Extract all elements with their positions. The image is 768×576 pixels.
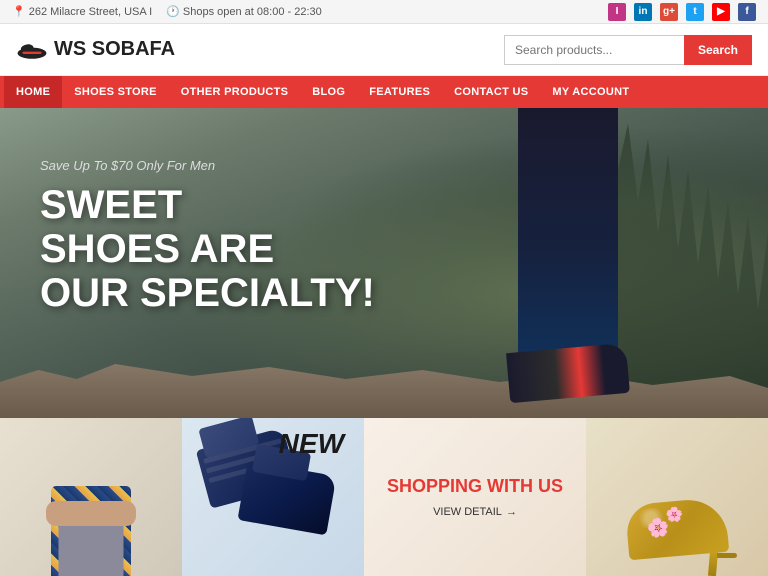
linkedin-icon[interactable]: in	[634, 3, 652, 21]
youtube-icon[interactable]: ▶	[712, 3, 730, 21]
nav-account[interactable]: MY ACCOUNT	[540, 76, 641, 108]
nav-features[interactable]: FEATURES	[357, 76, 442, 108]
facebook-icon[interactable]: f	[738, 3, 756, 21]
google-icon[interactable]: g+	[660, 3, 678, 21]
address-info: 📍 262 Milacre Street, USA I	[12, 5, 152, 18]
figure-arms	[46, 501, 136, 526]
new-badge: NEW	[279, 428, 344, 460]
hero-title-line1: SWEET	[40, 183, 182, 227]
address-text: 262 Milacre Street, USA I	[29, 6, 153, 18]
figure-person	[0, 418, 182, 576]
heel-shoe: 🌸 🌸	[617, 446, 737, 576]
hero-section: Save Up To $70 Only For Men SWEET SHOES …	[0, 108, 768, 418]
clock-icon: 🕐	[166, 5, 180, 18]
logo[interactable]: WS SOBAFA	[16, 38, 175, 61]
hero-title-line2: SHOES ARE	[40, 227, 274, 271]
top-bar-left: 📍 262 Milacre Street, USA I 🕐 Shops open…	[12, 5, 322, 18]
view-detail-link[interactable]: VIEW DETAIL	[433, 506, 517, 518]
hours-text: Shops open at 08:00 - 22:30	[183, 6, 322, 18]
panel-shoes: NEW	[182, 418, 364, 576]
header: WS SOBAFA Search	[0, 24, 768, 76]
twitter-icon[interactable]: t	[686, 3, 704, 21]
shoes-display: NEW	[182, 418, 364, 576]
hours-info: 🕐 Shops open at 08:00 - 22:30	[166, 5, 322, 18]
logo-icon	[16, 40, 48, 60]
logo-text: WS SOBAFA	[54, 38, 175, 61]
nav-blog[interactable]: BLOG	[300, 76, 357, 108]
hero-shoe	[506, 343, 630, 403]
search-bar: Search	[504, 35, 752, 65]
panel-person	[0, 418, 182, 576]
instagram-icon[interactable]: I	[608, 3, 626, 21]
shoe-boot-2	[237, 461, 336, 536]
view-detail-text: VIEW DETAIL	[433, 506, 502, 518]
main-nav: HOME SHOES STORE OTHER PRODUCTS BLOG FEA…	[0, 76, 768, 108]
top-bar: 📍 262 Milacre Street, USA I 🕐 Shops open…	[0, 0, 768, 24]
figure-pants	[59, 526, 124, 576]
hero-subtitle: Save Up To $70 Only For Men	[40, 158, 375, 173]
hero-title: SWEET SHOES ARE OUR SPECIALTY!	[40, 183, 375, 315]
hero-text: Save Up To $70 Only For Men SWEET SHOES …	[40, 158, 375, 315]
panel-shopping: SHOPPING WITH US VIEW DETAIL	[364, 418, 586, 576]
nav-shoes-store[interactable]: SHOES STORE	[62, 76, 169, 108]
panel-heel: 🌸 🌸	[586, 418, 768, 576]
social-icons: I in g+ t ▶ f	[608, 3, 756, 21]
search-button[interactable]: Search	[684, 35, 752, 65]
nav-contact[interactable]: CONTACT US	[442, 76, 540, 108]
search-input[interactable]	[504, 35, 684, 65]
bottom-section: NEW SHOPPING WITH US VIEW DETAIL 🌸 🌸	[0, 418, 768, 576]
nav-home[interactable]: HOME	[4, 76, 62, 108]
nav-other-products[interactable]: OTHER PRODUCTS	[169, 76, 300, 108]
pin-icon: 📍	[12, 5, 26, 18]
shopping-title: SHOPPING WITH US	[387, 476, 563, 498]
hero-title-line3: OUR SPECIALTY!	[40, 271, 375, 315]
